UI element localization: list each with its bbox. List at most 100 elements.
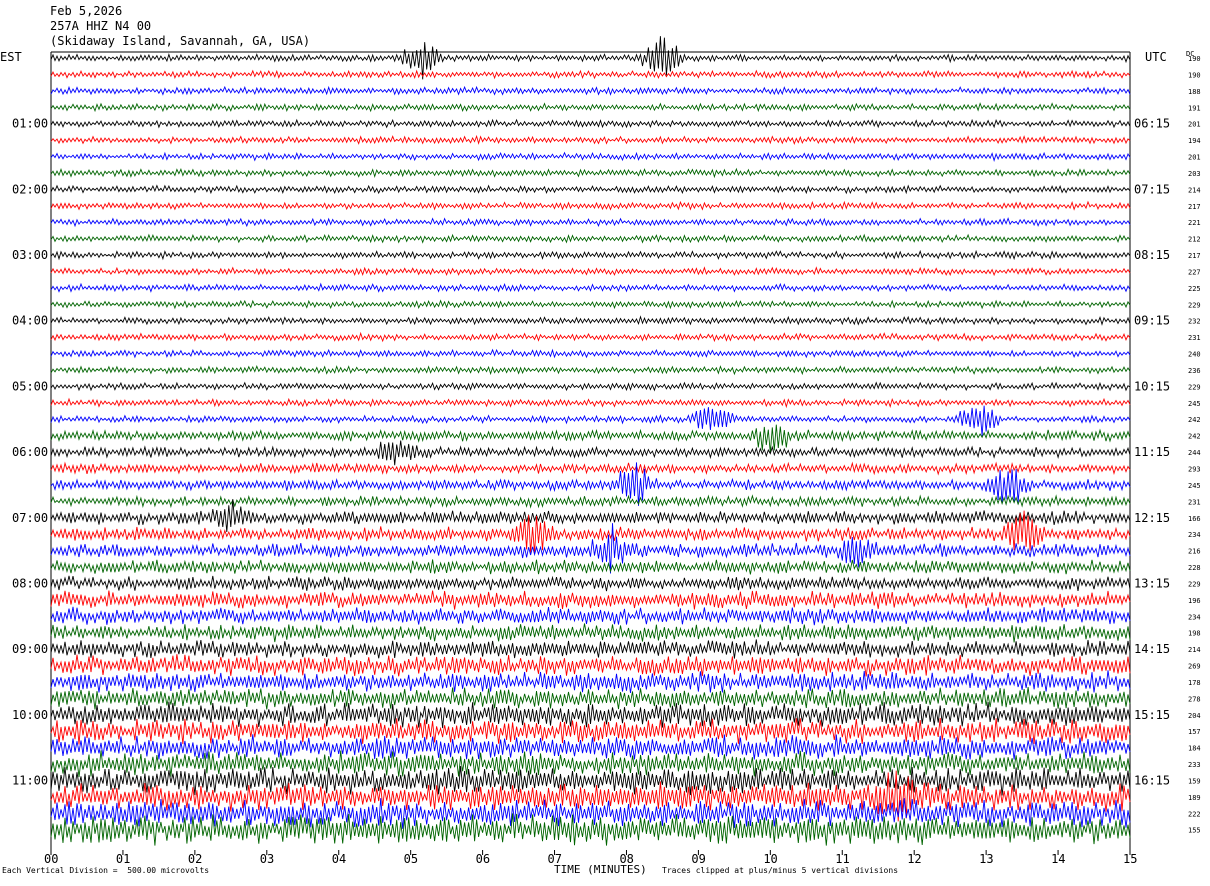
trace-line-2 bbox=[50, 85, 1131, 96]
dc-offset-label: 245 bbox=[1188, 400, 1201, 408]
trace-line-12 bbox=[50, 249, 1131, 261]
trace-line-34 bbox=[50, 606, 1131, 626]
x-tick-label: 13 bbox=[979, 852, 993, 866]
trace-line-17 bbox=[50, 331, 1131, 343]
dc-offset-label: 190 bbox=[1188, 71, 1201, 79]
x-axis-title: TIME (MINUTES) bbox=[554, 863, 647, 876]
trace-line-13 bbox=[50, 266, 1131, 277]
est-hour-label: 01:00 bbox=[12, 117, 48, 131]
dc-offset-label: 242 bbox=[1188, 433, 1201, 441]
trace-line-14 bbox=[50, 282, 1131, 293]
est-hour-label: 05:00 bbox=[12, 379, 48, 393]
trace-line-18 bbox=[50, 348, 1131, 359]
dc-offset-label: 229 bbox=[1188, 383, 1201, 391]
dc-offset-label: 194 bbox=[1188, 137, 1201, 145]
trace-line-19 bbox=[50, 365, 1131, 376]
dc-offset-label: 233 bbox=[1188, 761, 1201, 769]
dc-offset-label: 231 bbox=[1188, 498, 1201, 506]
utc-axis-label: UTC bbox=[1145, 50, 1167, 64]
clip-note: Traces clipped at plus/minus 5 vertical … bbox=[662, 866, 899, 875]
trace-line-8 bbox=[50, 184, 1131, 195]
dc-offset-label: 245 bbox=[1188, 482, 1201, 490]
dc-offset-label: 242 bbox=[1188, 416, 1201, 424]
dc-offset-label: 189 bbox=[1188, 794, 1201, 802]
dc-offset-label: 190 bbox=[1188, 55, 1201, 63]
utc-hour-label: 16:15 bbox=[1134, 773, 1170, 787]
utc-hour-label: 10:15 bbox=[1134, 379, 1170, 393]
trace-line-36 bbox=[50, 639, 1131, 659]
trace-line-29 bbox=[50, 510, 1131, 555]
dc-offset-label: 278 bbox=[1188, 695, 1201, 703]
utc-hour-label: 06:15 bbox=[1134, 117, 1170, 131]
trace-line-27 bbox=[50, 494, 1131, 509]
dc-offset-label: 188 bbox=[1188, 88, 1201, 96]
trace-line-6 bbox=[50, 151, 1131, 162]
trace-line-1 bbox=[50, 69, 1131, 80]
dc-offset-label: 198 bbox=[1188, 630, 1201, 638]
x-tick-label: 04 bbox=[332, 852, 346, 866]
dc-offset-label: 159 bbox=[1188, 777, 1201, 785]
utc-hour-label: 08:15 bbox=[1134, 248, 1170, 262]
trace-line-32 bbox=[50, 575, 1131, 592]
dc-offset-label: 166 bbox=[1188, 515, 1201, 523]
x-tick-label: 11 bbox=[835, 852, 849, 866]
trace-line-5 bbox=[50, 134, 1131, 146]
trace-line-33 bbox=[50, 590, 1131, 610]
x-tick-label: 15 bbox=[1123, 852, 1137, 866]
utc-hour-label: 15:15 bbox=[1134, 708, 1170, 722]
trace-line-21 bbox=[50, 397, 1131, 409]
dc-offset-label: 228 bbox=[1188, 564, 1201, 572]
dc-offset-label: 214 bbox=[1188, 646, 1201, 654]
trace-line-35 bbox=[50, 623, 1131, 643]
trace-line-47 bbox=[50, 813, 1131, 846]
dc-offset-label: 184 bbox=[1188, 745, 1201, 753]
utc-hour-label: 09:15 bbox=[1134, 314, 1170, 328]
scale-note: Each Vertical Division = 500.00 microvol… bbox=[2, 866, 210, 875]
dc-offset-label: 217 bbox=[1188, 203, 1201, 211]
dc-offset-label: 157 bbox=[1188, 728, 1201, 736]
dc-offset-label: 216 bbox=[1188, 548, 1201, 556]
x-tick-label: 00 bbox=[44, 852, 58, 866]
trace-line-22 bbox=[50, 405, 1131, 437]
trace-line-20 bbox=[50, 381, 1131, 392]
est-axis-label: EST bbox=[0, 50, 22, 64]
dc-offset-label: 203 bbox=[1188, 170, 1201, 178]
x-tick-label: 09 bbox=[691, 852, 705, 866]
dc-offset-label: 225 bbox=[1188, 285, 1201, 293]
trace-line-25 bbox=[50, 461, 1131, 476]
est-hour-label: 10:00 bbox=[12, 708, 48, 722]
dc-offset-label: 221 bbox=[1188, 219, 1201, 227]
dc-offset-label: 269 bbox=[1188, 663, 1201, 671]
utc-hour-label: 12:15 bbox=[1134, 511, 1170, 525]
trace-group bbox=[50, 36, 1131, 850]
trace-line-24 bbox=[50, 440, 1131, 466]
trace-line-10 bbox=[50, 217, 1131, 228]
dc-offset-label: 234 bbox=[1188, 531, 1201, 539]
est-hour-label: 09:00 bbox=[12, 642, 48, 656]
dc-offset-label: 222 bbox=[1188, 810, 1201, 818]
dc-offset-label: 234 bbox=[1188, 613, 1201, 621]
dc-offset-label: 155 bbox=[1188, 827, 1201, 835]
trace-line-37 bbox=[50, 654, 1131, 677]
dc-offset-label: 201 bbox=[1188, 154, 1201, 162]
dc-offset-label: 232 bbox=[1188, 318, 1201, 326]
dc-offset-label: 231 bbox=[1188, 334, 1201, 342]
est-hour-label: 11:00 bbox=[12, 773, 48, 787]
trace-line-38 bbox=[50, 670, 1131, 694]
x-tick-label: 03 bbox=[260, 852, 274, 866]
est-hour-label: 07:00 bbox=[12, 511, 48, 525]
trace-line-3 bbox=[50, 102, 1131, 113]
x-tick-label: 02 bbox=[188, 852, 202, 866]
trace-line-9 bbox=[50, 200, 1131, 211]
dc-offset-label: 196 bbox=[1188, 597, 1201, 605]
trace-line-4 bbox=[50, 118, 1131, 129]
dc-offset-label: 227 bbox=[1188, 268, 1201, 276]
trace-line-15 bbox=[50, 299, 1131, 310]
dc-offset-label: 212 bbox=[1188, 236, 1201, 244]
utc-hour-label: 14:15 bbox=[1134, 642, 1170, 656]
dc-offset-label: 293 bbox=[1188, 466, 1201, 474]
x-tick-label: 01 bbox=[116, 852, 130, 866]
dc-offset-label: 204 bbox=[1188, 712, 1201, 720]
utc-hour-label: 13:15 bbox=[1134, 576, 1170, 590]
est-hour-label: 02:00 bbox=[12, 182, 48, 196]
